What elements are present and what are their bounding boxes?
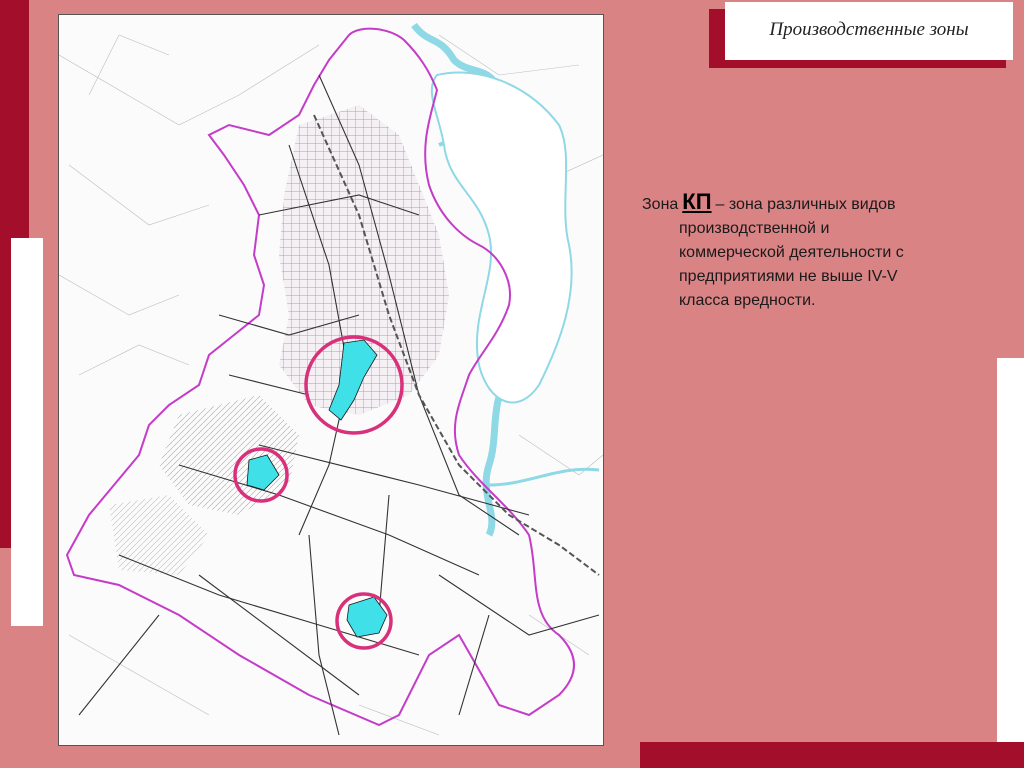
description-line-1-rest: – зона различных видов	[715, 196, 896, 213]
description-line-5: класса вредности.	[679, 292, 816, 309]
description-line-1: Зона КП – зона различных видов	[642, 190, 1002, 217]
title-box: Производственные зоны	[725, 2, 1013, 60]
decor-bar-bottom-dark	[640, 742, 1024, 768]
city-map	[58, 14, 604, 746]
map-canvas	[59, 22, 603, 736]
lake	[430, 71, 573, 404]
decor-bar-left-white	[11, 238, 43, 626]
description-line-3: коммерческой деятельности с	[679, 244, 904, 261]
zone-code: КП	[682, 189, 712, 214]
urban-area	[109, 105, 449, 575]
zone-description: Зона КП – зона различных видов производств…	[642, 190, 1002, 313]
description-line-2: производственной и	[679, 220, 830, 237]
decor-bar-right-white	[997, 358, 1024, 743]
description-prefix: Зона	[642, 196, 679, 213]
slide-title: Производственные зоны	[769, 19, 969, 40]
zone-kp-south	[335, 592, 393, 650]
description-line-4: предприятиями не выше IV-V	[679, 268, 898, 285]
